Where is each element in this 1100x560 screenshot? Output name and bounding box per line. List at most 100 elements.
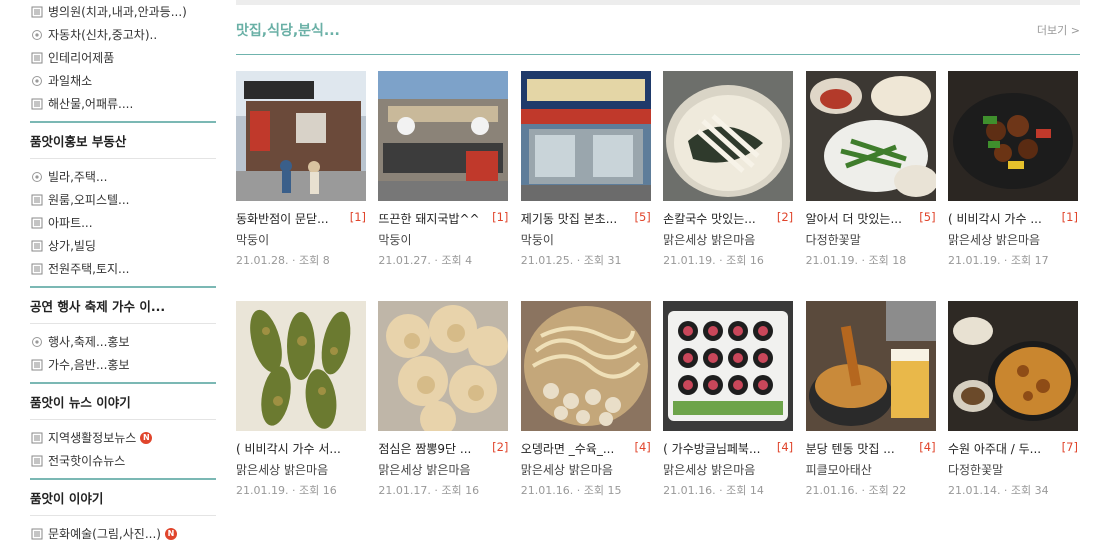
post-card[interactable]: 오뎅라면 _수육_... [4] 맑은세상 밝은마음 21.01.16. · 조회 1… [520,301,651,498]
post-date: 21.01.19. [947,254,1001,267]
post-thumbnail[interactable] [805,71,936,201]
post-title-row[interactable]: 점심은 짬뽕9단 ... [2] [378,440,508,456]
post-title[interactable]: 분당 텐동 맛집 ... [806,440,917,456]
sidebar-group-list: 문화예술(그림,사진...) N [30,522,216,551]
sidebar-group-title[interactable]: 품앗이 이야기 [30,478,216,516]
post-thumbnail[interactable] [663,71,794,201]
sidebar-item[interactable]: 가수,음반...홍보 [30,353,216,376]
sidebar-item[interactable]: 상가,빌딩 [30,234,216,257]
post-title-row[interactable]: 분당 텐동 맛집 ... [4] [806,440,936,456]
board-icon [30,193,43,206]
post-author[interactable]: 맑은세상 밝은마음 [378,461,508,477]
post-author[interactable]: 맑은세상 밝은마음 [236,461,366,477]
post-thumbnail[interactable] [520,301,651,431]
post-meta: 21.01.16. · 조회 14 [663,482,793,498]
main-content: 맛집,식당,분식... 더보기 > 동화반점이 문닫... [1] 막둥이 21.01… [236,0,1080,498]
board-icon [30,527,43,540]
post-card[interactable]: 손칼국수 맛있는... [2] 맑은세상 밝은마음 21.01.19. · 조회 16 [663,71,794,268]
post-thumbnail[interactable] [947,71,1078,201]
section-title[interactable]: 맛집,식당,분식... [236,20,340,40]
post-title[interactable]: 수원 아주대 / 두... [948,440,1059,456]
sidebar-group-title[interactable]: 품앗이홍보 부동산 [30,121,216,159]
post-title[interactable]: 뜨끈한 돼지국밥^^ [378,210,489,226]
card-grid-row-1: 동화반점이 문닫... [1] 막둥이 21.01.28. · 조회 8 뜨끈한 돼지국… [236,71,1080,268]
post-card[interactable]: ( 비비각시 가수 ... [1] 맑은세상 밝은마음 21.01.19. · 조회 … [947,71,1078,268]
post-thumbnail[interactable] [805,301,936,431]
sidebar-item[interactable]: 전원주택,토지... [30,257,216,280]
post-author[interactable]: 다정한꽃말 [806,231,936,247]
post-author[interactable]: 맑은세상 밝은마음 [521,461,651,477]
post-title[interactable]: 오뎅라면 _수육_... [521,440,632,456]
sidebar-item[interactable]: 아파트... [30,211,216,234]
sidebar-item[interactable]: 전국핫이슈뉴스 [30,449,216,472]
sidebar-item[interactable]: 해산물,어패류.... [30,92,216,115]
post-author[interactable]: 다정한꽃말 [948,461,1078,477]
map-icon [30,74,43,87]
sidebar-item[interactable]: 원룸,오피스텔... [30,188,216,211]
post-author[interactable]: 맑은세상 밝은마음 [948,231,1078,247]
post-title[interactable]: ( 비비각시 가수 서... [236,440,366,456]
post-card[interactable]: 점심은 짬뽕9단 ... [2] 맑은세상 밝은마음 21.01.17. · 조회 1… [378,301,509,498]
post-title[interactable]: 알아서 더 맛있는... [806,210,917,226]
post-date: 21.01.16. [805,484,859,497]
post-title[interactable]: ( 가수방글님페북... [663,440,774,456]
post-title-row[interactable]: ( 가수방글님페북... [4] [663,440,793,456]
post-meta: 21.01.19. · 조회 18 [806,252,936,268]
post-title[interactable]: 손칼국수 맛있는... [663,210,774,226]
post-title-row[interactable]: 뜨끈한 돼지국밥^^ [1] [378,210,508,226]
post-title[interactable]: ( 비비각시 가수 ... [948,210,1059,226]
post-card[interactable]: ( 비비각시 가수 서... 맑은세상 밝은마음 21.01.19. · 조회 16 [236,301,366,498]
board-icon [30,262,43,275]
post-title-row[interactable]: 동화반점이 문닫... [1] [236,210,366,226]
post-title-row[interactable]: 손칼국수 맛있는... [2] [663,210,793,226]
post-author[interactable]: 막둥이 [378,231,508,247]
post-title-row[interactable]: 수원 아주대 / 두... [7] [948,440,1078,456]
sidebar-item-label: 가수,음반...홍보 [48,358,130,372]
post-title[interactable]: 점심은 짬뽕9단 ... [378,440,489,456]
post-thumbnail[interactable] [947,301,1078,431]
post-title-row[interactable]: ( 비비각시 가수 ... [1] [948,210,1078,226]
sidebar-item[interactable]: 행사,축제...홍보 [30,330,216,353]
post-author[interactable]: 맑은세상 밝은마음 [663,461,793,477]
sidebar-item[interactable]: 문화예술(그림,사진...) N [30,522,216,545]
sidebar-item[interactable]: 과일채소 [30,69,216,92]
post-author[interactable]: 막둥이 [521,231,651,247]
post-title-row[interactable]: 오뎅라면 _수육_... [4] [521,440,651,456]
comment-count: [2] [776,210,794,224]
post-card[interactable]: 뜨끈한 돼지국밥^^ [1] 막둥이 21.01.27. · 조회 4 [378,71,509,268]
sidebar-item[interactable]: 자동차(신차,중고차).. [30,23,216,46]
comment-count: [4] [919,440,936,454]
post-title[interactable]: 동화반점이 문닫... [236,210,347,226]
post-title[interactable]: 제기동 맛집 본초... [521,210,632,226]
post-card[interactable]: 제기동 맛집 본초... [5] 막둥이 21.01.25. · 조회 31 [520,71,651,268]
sidebar-item[interactable]: 지역생활정보뉴스 N [30,426,216,449]
post-thumbnail[interactable] [236,71,366,201]
sidebar-item-label: 지역생활정보뉴스 [48,431,137,445]
post-card[interactable]: 수원 아주대 / 두... [7] 다정한꽃말 21.01.14. · 조회 34 [947,301,1078,498]
sidebar-group-title[interactable]: 품앗이 뉴스 이야기 [30,382,216,420]
post-title-row[interactable]: 제기동 맛집 본초... [5] [521,210,651,226]
post-title-row[interactable]: 알아서 더 맛있는... [5] [806,210,936,226]
post-card[interactable]: 분당 텐동 맛집 ... [4] 피클모아태산 21.01.16. · 조회 22 [805,301,936,498]
post-card[interactable]: 알아서 더 맛있는... [5] 다정한꽃말 21.01.19. · 조회 18 [805,71,936,268]
board-icon [30,454,43,467]
post-thumbnail[interactable] [378,301,509,431]
sidebar-group-list: 빌라,주택... 원룸,오피스텔... 아파트... 상가,빌딩전원주택,토지... [30,165,216,286]
post-thumbnail[interactable] [520,71,651,201]
post-thumbnail[interactable] [378,71,509,201]
post-thumbnail[interactable] [663,301,794,431]
sidebar-item[interactable]: 인테리어제품 [30,46,216,69]
sidebar-group-title[interactable]: 공연 행사 축제 가수 이... [30,286,216,324]
sidebar-item[interactable]: 병의원(치과,내과,안과등...) [30,0,216,23]
post-card[interactable]: ( 가수방글님페북... [4] 맑은세상 밝은마음 21.01.16. · 조회 1… [663,301,794,498]
more-link[interactable]: 더보기 > [1037,22,1080,38]
post-author[interactable]: 피클모아태산 [806,461,936,477]
post-thumbnail[interactable] [236,301,366,431]
post-author[interactable]: 맑은세상 밝은마음 [663,231,793,247]
comment-count: [2] [492,440,509,454]
post-card[interactable]: 동화반점이 문닫... [1] 막둥이 21.01.28. · 조회 8 [236,71,366,268]
post-title-row[interactable]: ( 비비각시 가수 서... [236,440,366,456]
sidebar-item[interactable]: 빌라,주택... [30,165,216,188]
sidebar-item-label: 상가,빌딩 [48,239,96,253]
post-author[interactable]: 막둥이 [236,231,366,247]
